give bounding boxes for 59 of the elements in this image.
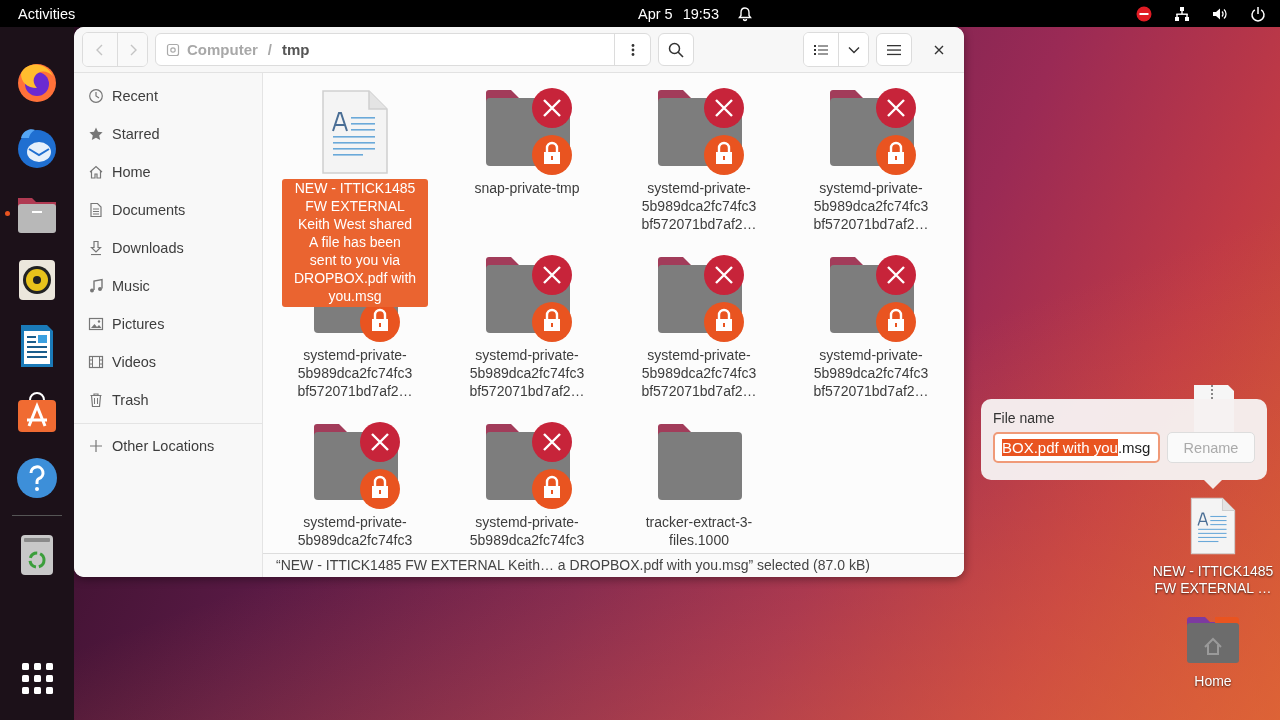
- main-menu-button[interactable]: [876, 33, 912, 66]
- path-segment[interactable]: tmp: [282, 41, 310, 58]
- list-icon: [814, 43, 828, 56]
- sidebar-item[interactable]: Downloads: [74, 229, 262, 267]
- sidebar-item[interactable]: Home: [74, 153, 262, 191]
- music-note-icon: [88, 278, 104, 294]
- search-icon: [668, 41, 684, 58]
- document-icon: [1190, 497, 1236, 555]
- home-folder-icon[interactable]: [1185, 615, 1241, 665]
- image-icon: [88, 316, 104, 332]
- sidebar-item[interactable]: Other Locations: [74, 427, 262, 465]
- clock-icon: [88, 88, 104, 104]
- trash-icon: [88, 392, 104, 408]
- desktop-icon-label[interactable]: Home: [1194, 673, 1232, 690]
- sidebar-item[interactable]: Music: [74, 267, 262, 305]
- download-icon: [88, 240, 104, 256]
- sidebar-item[interactable]: Trash: [74, 381, 262, 419]
- file-name[interactable]: snap-private-tmp: [449, 179, 605, 197]
- kebab-icon: [630, 42, 635, 57]
- home-icon: [88, 164, 104, 180]
- document-icon: [88, 202, 104, 218]
- app-grid-icon[interactable]: [21, 662, 53, 694]
- field-label: File name: [993, 410, 1056, 426]
- file-name-field[interactable]: BOX.pdf with you.msg: [993, 432, 1160, 463]
- folder-icon: [658, 424, 742, 500]
- star-icon: [88, 126, 104, 142]
- notification-bell-icon[interactable]: [736, 5, 753, 22]
- sidebar-item[interactable]: Recent: [74, 77, 262, 115]
- file-name[interactable]: systemd-private- 5b989dca2fc74fc3: [449, 513, 605, 549]
- file-name[interactable]: systemd-private- 5b989dca2fc74fc3 bf572071bd7af2…: [277, 346, 433, 400]
- power-icon[interactable]: [1250, 5, 1266, 22]
- chevron-left-icon: [95, 42, 105, 57]
- film-icon: [88, 354, 104, 370]
- status-bar: “NEW - ITTICK1485 FW EXTERNAL Keith… a DROPBOX.pdf with you.msg” selected (87.0 kB): [263, 553, 964, 577]
- activities-button[interactable]: Activities: [18, 5, 76, 22]
- sidebar-item[interactable]: Documents: [74, 191, 262, 229]
- path-bar[interactable]: Computer / tmp: [155, 33, 651, 66]
- file-name[interactable]: systemd-private- 5b989dca2fc74fc3 bf572071bd7af2…: [793, 179, 949, 233]
- clock[interactable]: Apr 5 19:53: [638, 5, 719, 22]
- file-name[interactable]: systemd-private- 5b989dca2fc74fc3 bf572071bd7af2…: [449, 346, 605, 400]
- file-name[interactable]: systemd-private- 5b989dca2fc74fc3: [277, 513, 433, 549]
- desktop-icon-label[interactable]: NEW - ITTICK1485 FW EXTERNAL …: [1152, 563, 1274, 597]
- network-icon[interactable]: [1174, 5, 1190, 22]
- drive-icon: [166, 42, 180, 57]
- file-name[interactable]: systemd-private- 5b989dca2fc74fc3 bf572071bd7af2…: [793, 346, 949, 400]
- caret-icon: [847, 45, 860, 54]
- no-entry-icon[interactable]: [1136, 5, 1152, 22]
- sidebar-item[interactable]: Starred: [74, 115, 262, 153]
- menu-icon: [887, 43, 901, 56]
- search-button[interactable]: [658, 33, 694, 66]
- sidebar-item[interactable]: Pictures: [74, 305, 262, 343]
- file-name[interactable]: tracker-extract-3- files.1000: [621, 513, 777, 549]
- file-name[interactable]: systemd-private- 5b989dca2fc74fc3 bf572071bd7af2…: [621, 179, 777, 233]
- document-icon: [321, 89, 389, 175]
- file-name[interactable]: systemd-private- 5b989dca2fc74fc3 bf572071bd7af2…: [621, 346, 777, 400]
- close-icon: [934, 44, 944, 55]
- path-separator: /: [267, 41, 272, 58]
- sidebar-item[interactable]: Videos: [74, 343, 262, 381]
- plus-icon: [88, 438, 104, 454]
